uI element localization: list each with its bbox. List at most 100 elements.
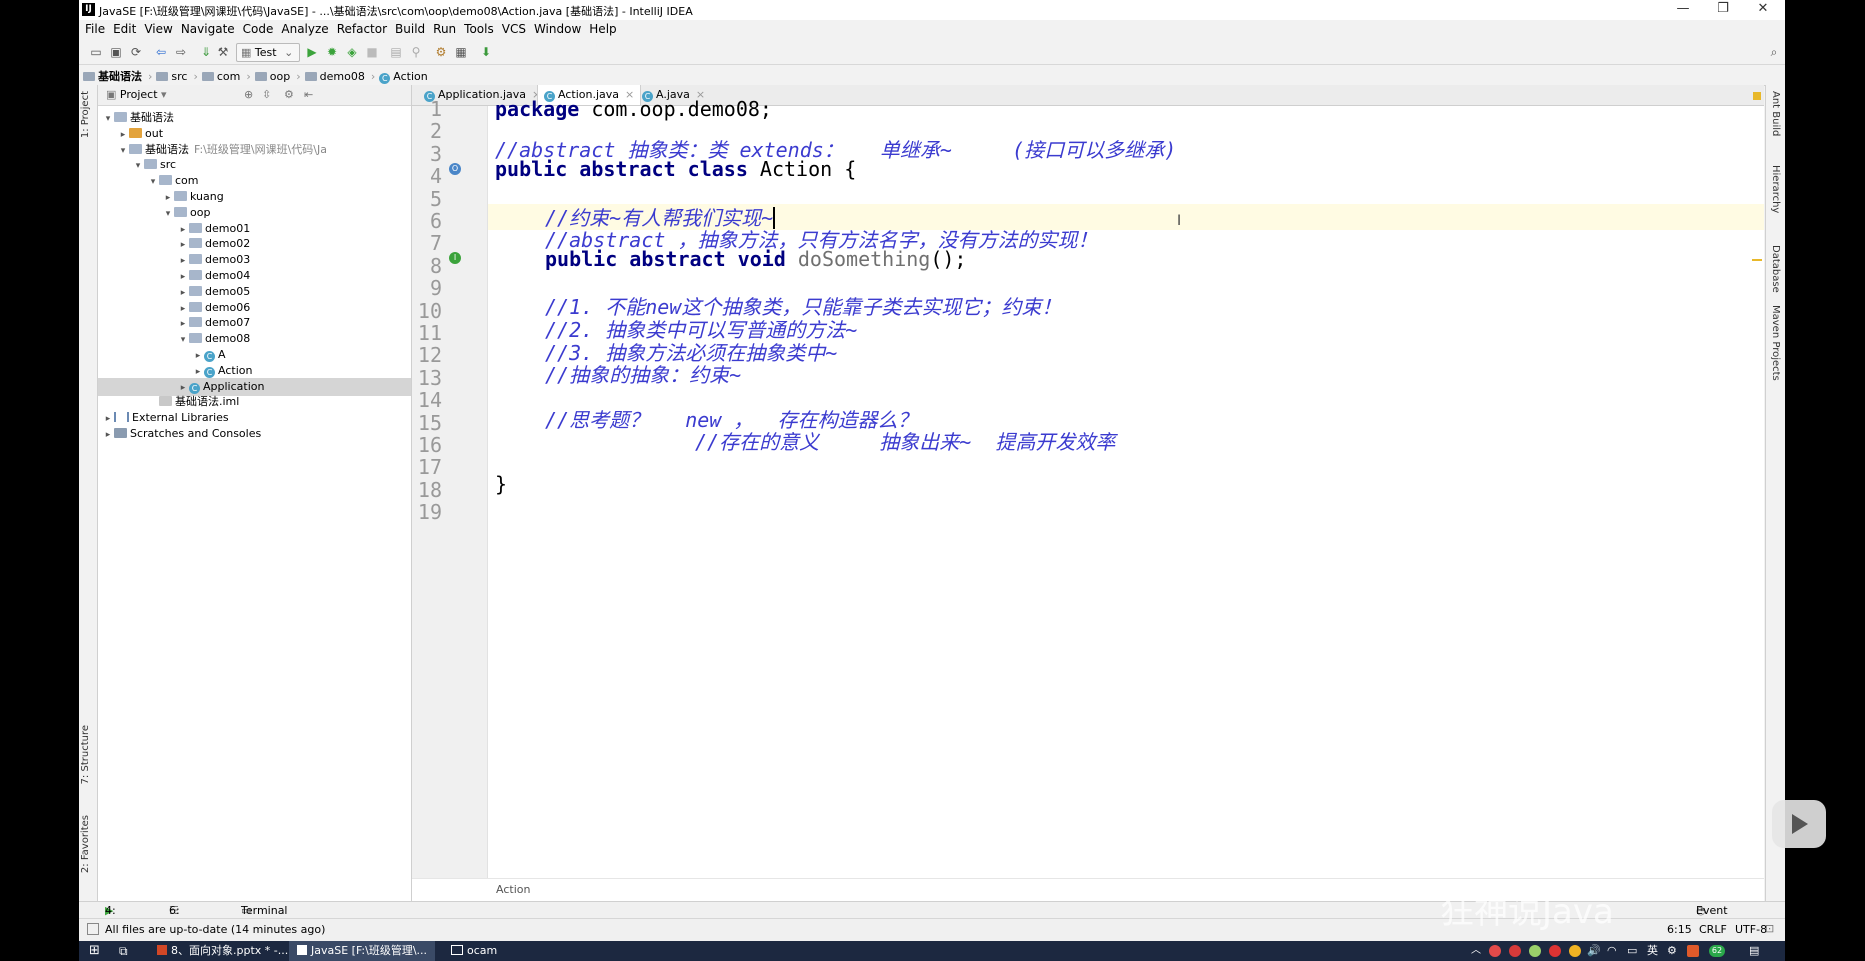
line-number: 17 [417, 455, 442, 480]
maven-projects-tool-tab[interactable]: Maven Projects [1770, 305, 1781, 381]
lock-icon[interactable]: ⊡ [1765, 922, 1774, 935]
hierarchy-tool-tab[interactable]: Hierarchy [1770, 165, 1781, 213]
favorites-tool-tab[interactable]: 2: Favorites [80, 815, 91, 873]
tray-app-icon[interactable] [1569, 945, 1581, 957]
video-play-button[interactable] [1772, 800, 1826, 848]
taskbar-item-intellij[interactable]: JavaSE [F:\班级管理\... [289, 941, 436, 961]
ant-build-tool-tab[interactable]: Ant Build [1770, 91, 1781, 136]
network-icon[interactable]: ▭ [1627, 941, 1637, 961]
menu-run[interactable]: Run [429, 20, 460, 38]
menu-vcs[interactable]: VCS [498, 20, 530, 38]
menu-help[interactable]: Help [585, 20, 620, 38]
tree-item[interactable]: ▸ Scratches and Consoles [98, 425, 411, 443]
tree-item-label: demo02 [205, 237, 251, 251]
open-folder-icon[interactable]: ▭ [89, 45, 103, 59]
forward-icon[interactable]: ⇨ [174, 45, 188, 59]
project-structure-icon[interactable]: ▦ [454, 45, 468, 59]
taskbar-item-powerpoint[interactable]: 8、面向对象.pptx * -... [151, 941, 294, 961]
close-button[interactable]: ✕ [1743, 1, 1783, 16]
search-icon[interactable]: ⌕ [1767, 45, 1781, 59]
wifi-icon[interactable]: ◠ [1607, 941, 1617, 961]
input-method-indicator[interactable]: 英 [1647, 941, 1658, 961]
project-tool-tab[interactable]: 1: Project [80, 91, 91, 138]
menu-build[interactable]: Build [391, 20, 429, 38]
file-encoding[interactable]: UTF-8 [1735, 923, 1767, 936]
menu-analyze[interactable]: Analyze [277, 20, 332, 38]
menu-code[interactable]: Code [239, 20, 278, 38]
stop-icon[interactable]: ■ [365, 45, 379, 59]
breadcrumb-item[interactable]: demo08 [301, 67, 371, 83]
notifications-icon[interactable]: ▤ [1749, 941, 1759, 961]
caret-position[interactable]: 6:15 [1667, 923, 1692, 936]
line-number: 16 [417, 433, 442, 457]
code-editor[interactable]: 1 2 3 4 5 6 7 8 9 10 11 12 13 14 15 16 17 18 19 package co… [412, 92, 1764, 878]
back-icon[interactable]: ⇦ [154, 45, 168, 59]
breadcrumb-item[interactable]: C Action [375, 67, 433, 84]
task-view-icon[interactable]: ⧉ [119, 941, 128, 961]
implemented-method-icon[interactable]: O [449, 163, 461, 175]
tray-app-icon[interactable] [1687, 945, 1699, 957]
show-hidden-icons-icon[interactable]: ︿ [1471, 941, 1481, 961]
project-view-dropdown[interactable]: ▣ Project ▾ [106, 88, 167, 101]
synchronize-icon[interactable]: ⟳ [129, 45, 143, 59]
intellij-icon [297, 945, 307, 955]
menu-tools[interactable]: Tools [460, 20, 498, 38]
menu-edit[interactable]: Edit [109, 20, 140, 38]
database-tool-tab[interactable]: Database [1770, 245, 1781, 293]
collapse-all-icon[interactable]: ⇳ [262, 88, 271, 101]
project-panel-header: ▣ Project ▾ ⊕ ⇳ ⚙ ⇤ [98, 85, 411, 106]
settings-icon[interactable]: ⚙ [434, 45, 448, 59]
build-icon[interactable]: ⇓ [199, 45, 213, 59]
breadcrumb-item[interactable]: src [152, 67, 193, 83]
tree-item-path: F:\班级管理\网课班\代码\Ja [194, 142, 327, 156]
menu-navigate[interactable]: Navigate [177, 20, 239, 38]
ant-icon[interactable]: ⚲ [409, 45, 423, 59]
title-bar: IJ JavaSE [F:\班级管理\网课班\代码\JavaSE] - ...\… [79, 0, 1785, 21]
breadcrumb-item[interactable]: oop [251, 67, 296, 83]
menu-refactor[interactable]: Refactor [333, 20, 391, 38]
editor-gutter: 1 2 3 4 5 6 7 8 9 10 11 12 13 14 15 16 17 18 19 [412, 97, 488, 878]
badge-icon[interactable]: 62 [1709, 945, 1725, 957]
structure-icon[interactable]: ▤ [389, 45, 403, 59]
save-all-icon[interactable]: ▣ [109, 45, 123, 59]
minimize-button[interactable]: — [1663, 1, 1703, 16]
code-line-1: package com.oop.demo08; [495, 97, 772, 121]
editor-footer-crumb[interactable]: Action [496, 883, 530, 896]
hammer-icon[interactable]: ⚒ [216, 45, 230, 59]
tray-app-icon[interactable] [1509, 945, 1521, 957]
run-icon[interactable]: ▶ [305, 45, 319, 59]
line-number: 13 [417, 365, 442, 390]
coverage-icon[interactable]: ◈ [345, 45, 359, 59]
breadcrumb-item[interactable]: com [198, 67, 247, 83]
tree-item-label: Application [203, 379, 265, 393]
sdk-manager-icon[interactable]: ⬇ [479, 45, 493, 59]
hide-panel-icon[interactable]: ⇤ [304, 88, 313, 101]
ime-settings-icon[interactable]: ⚙ [1667, 941, 1677, 961]
restore-button[interactable]: ❐ [1703, 1, 1743, 16]
menu-view[interactable]: View [140, 20, 176, 38]
volume-icon[interactable]: 🔊 [1587, 941, 1601, 961]
tree-item-label: A [218, 348, 226, 361]
scroll-from-source-icon[interactable]: ⊕ [244, 88, 253, 101]
class-icon: C [204, 366, 215, 378]
gear-icon[interactable]: ⚙ [284, 88, 294, 101]
line-number: 9 [429, 276, 442, 301]
tool-windows-icon[interactable] [87, 923, 99, 935]
chevron-right-icon[interactable]: ▸ [102, 426, 114, 444]
line-number: 8 [429, 253, 442, 278]
tray-app-icon[interactable] [1489, 945, 1501, 957]
debug-icon[interactable]: ✹ [325, 45, 339, 59]
taskbar-item-ocam[interactable]: ocam [445, 941, 503, 961]
folder-icon [254, 72, 267, 81]
run-configuration-dropdown[interactable]: ▦ Test ⌄ [236, 43, 300, 62]
breadcrumb-item[interactable]: 基础语法 [79, 65, 148, 84]
menu-window[interactable]: Window [530, 20, 585, 38]
line-number: 19 [417, 500, 442, 525]
structure-tool-tab[interactable]: 7: Structure [80, 725, 91, 784]
tray-app-icon[interactable] [1549, 945, 1561, 957]
wechat-icon[interactable] [1529, 945, 1541, 957]
menu-file[interactable]: File [81, 20, 109, 38]
implementation-marker-icon[interactable]: I [449, 252, 461, 264]
line-separator[interactable]: CRLF [1699, 923, 1727, 936]
windows-start-icon[interactable]: ⊞ [89, 941, 100, 961]
